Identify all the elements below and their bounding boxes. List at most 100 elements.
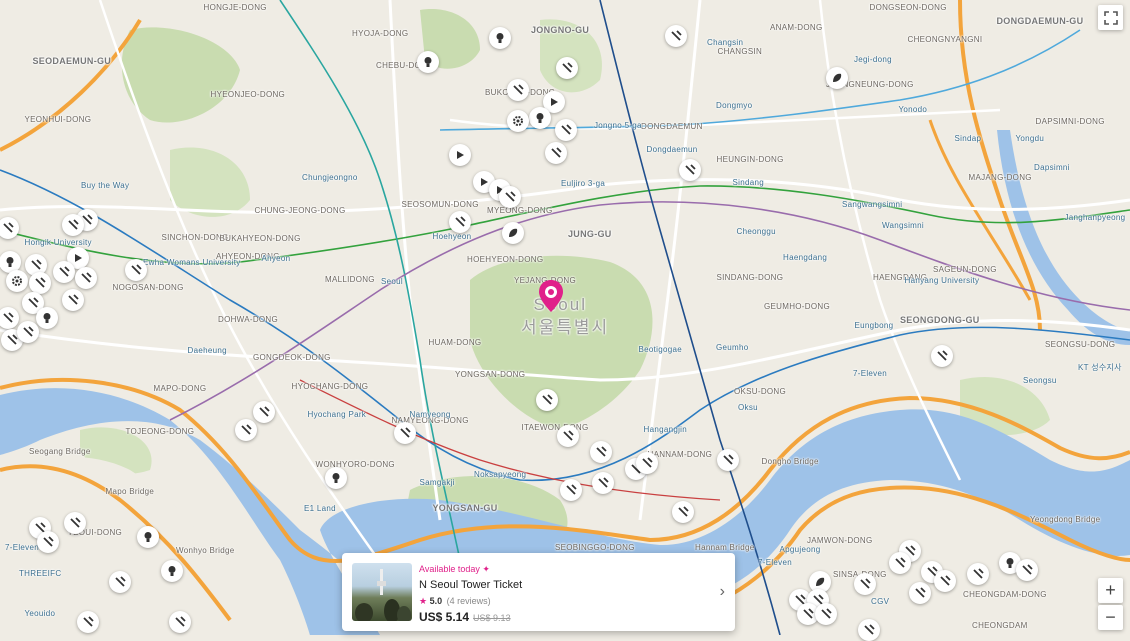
landmark-poi-icon[interactable] (545, 142, 567, 164)
landmark-poi-icon[interactable] (77, 611, 99, 633)
map-label: DONGDAEMUN-GU (996, 16, 1084, 26)
bulb-poi-icon[interactable] (529, 107, 551, 129)
map-label: Oksu (738, 403, 758, 412)
subway-line-green (0, 185, 1130, 265)
landmark-poi-icon[interactable] (64, 512, 86, 534)
location-marker[interactable] (539, 280, 563, 312)
landmark-poi-icon[interactable] (17, 321, 39, 343)
play-poi-icon[interactable] (449, 144, 471, 166)
landmark-poi-icon[interactable] (536, 389, 558, 411)
current-price: US$ 5.14 (419, 610, 470, 624)
map-label: Yongdu (1015, 134, 1045, 143)
map-label: DAPSIMNI-DONG (1035, 117, 1105, 126)
landmark-poi-icon[interactable] (636, 452, 658, 474)
landmark-poi-icon[interactable] (967, 563, 989, 585)
landmark-poi-icon[interactable] (507, 79, 529, 101)
landmark-poi-icon[interactable] (854, 573, 876, 595)
map-label: Chungjeongno (302, 173, 358, 182)
map-label: HUAM-DONG (428, 338, 482, 347)
landmark-poi-icon[interactable] (29, 272, 51, 294)
landmark-poi-icon[interactable] (499, 186, 521, 208)
map-label: BUKAHYEON-DONG (219, 234, 301, 243)
map-label: YONGSAN-GU (432, 503, 498, 513)
gear-poi-icon[interactable] (6, 270, 28, 292)
landmark-poi-icon[interactable] (109, 571, 131, 593)
map-label: THREEIFC (19, 569, 62, 578)
landmark-poi-icon[interactable] (394, 422, 416, 444)
landmark-poi-icon[interactable] (672, 501, 694, 523)
map-label: CHEONGNYANGNI (907, 35, 983, 44)
leaf-poi-icon[interactable] (826, 67, 848, 89)
map-label: Ewha Womans University (143, 258, 241, 267)
landmark-poi-icon[interactable] (555, 119, 577, 141)
map-label: Beotigogae (638, 345, 682, 354)
landmark-poi-icon[interactable] (1016, 559, 1038, 581)
map-label: SEOBINGGO-DONG (555, 543, 635, 552)
map-label: Dongho Bridge (761, 457, 819, 466)
ansan-park (170, 147, 250, 217)
landmark-poi-icon[interactable] (560, 479, 582, 501)
map-canvas[interactable]: SEODAEMUN-GU JONGNO-GU DONGDAEMUN-GU JUNG-G… (0, 0, 1130, 641)
gear-poi-icon[interactable] (507, 110, 529, 132)
landmark-poi-icon[interactable] (679, 159, 701, 181)
bulb-poi-icon[interactable] (161, 560, 183, 582)
map-label: Seongsu (1023, 376, 1057, 385)
map-label: Yonodo (898, 105, 928, 114)
landmark-poi-icon[interactable] (253, 401, 275, 423)
landmark-poi-icon[interactable] (53, 261, 75, 283)
review-count: (4 reviews) (446, 596, 491, 606)
landmark-poi-icon[interactable] (592, 472, 614, 494)
landmark-poi-icon[interactable] (125, 259, 147, 281)
landmark-poi-icon[interactable] (557, 425, 579, 447)
landmark-poi-icon[interactable] (858, 619, 880, 641)
landmark-poi-icon[interactable] (934, 570, 956, 592)
landmark-poi-icon[interactable] (75, 267, 97, 289)
star-icon: ★ (419, 596, 428, 606)
map-label: Samgakji (419, 478, 455, 487)
product-title: N Seoul Tower Ticket (419, 579, 523, 591)
landmark-poi-icon[interactable] (235, 419, 257, 441)
zoom-out-button[interactable]: − (1098, 605, 1123, 630)
landmark-poi-icon[interactable] (62, 214, 84, 236)
landmark-poi-icon[interactable] (556, 57, 578, 79)
map-label: OKSU-DONG (734, 387, 787, 396)
map-label: Euljiro 3-ga (561, 179, 606, 188)
bulb-poi-icon[interactable] (417, 51, 439, 73)
map-label: Noksapyeong (474, 470, 527, 479)
landmark-poi-icon[interactable] (37, 531, 59, 553)
landmark-poi-icon[interactable] (665, 25, 687, 47)
landmark-poi-icon[interactable] (889, 552, 911, 574)
fullscreen-button[interactable] (1098, 5, 1123, 30)
bulb-poi-icon[interactable] (489, 27, 511, 49)
bulb-poi-icon[interactable] (36, 307, 58, 329)
map-label: Hanyang University (904, 276, 980, 285)
map-label: SEONGDONG-GU (900, 315, 980, 325)
landmark-poi-icon[interactable] (62, 289, 84, 311)
zoom-in-button[interactable]: + (1098, 578, 1123, 603)
map-label: Mapo Bridge (105, 487, 155, 496)
landmark-poi-icon[interactable] (717, 449, 739, 471)
map-label: HOEHYEON-DONG (467, 255, 544, 264)
map-label: HYOJA-DONG (352, 29, 409, 38)
landmark-poi-icon[interactable] (449, 211, 471, 233)
map-label: CHEONGDAM-DONG (963, 590, 1047, 599)
map-label: WONHYORO-DONG (315, 460, 395, 469)
landmark-poi-icon[interactable] (590, 441, 612, 463)
map-label: GONGDEOK-DONG (253, 353, 331, 362)
map-label: HYEONJEO-DONG (210, 90, 286, 99)
landmark-poi-icon[interactable] (909, 582, 931, 604)
landmark-poi-icon[interactable] (169, 611, 191, 633)
leaf-poi-icon[interactable] (502, 222, 524, 244)
map-label: ITAEWON-DONG (521, 423, 589, 432)
map-label: JAMWON-DONG (807, 536, 873, 545)
map-label: Geumho (716, 343, 749, 352)
map-label: Eungbong (854, 321, 894, 330)
map-label: Namyeong (409, 410, 451, 419)
landmark-poi-icon[interactable] (815, 603, 837, 625)
landmark-poi-icon[interactable] (931, 345, 953, 367)
product-card[interactable]: Available today ✦ N Seoul Tower Ticket ★… (342, 553, 735, 631)
map-label: Hongik University (24, 238, 92, 247)
bulb-poi-icon[interactable] (325, 467, 347, 489)
availability-label: Available today ✦ (419, 564, 490, 574)
bulb-poi-icon[interactable] (137, 526, 159, 548)
